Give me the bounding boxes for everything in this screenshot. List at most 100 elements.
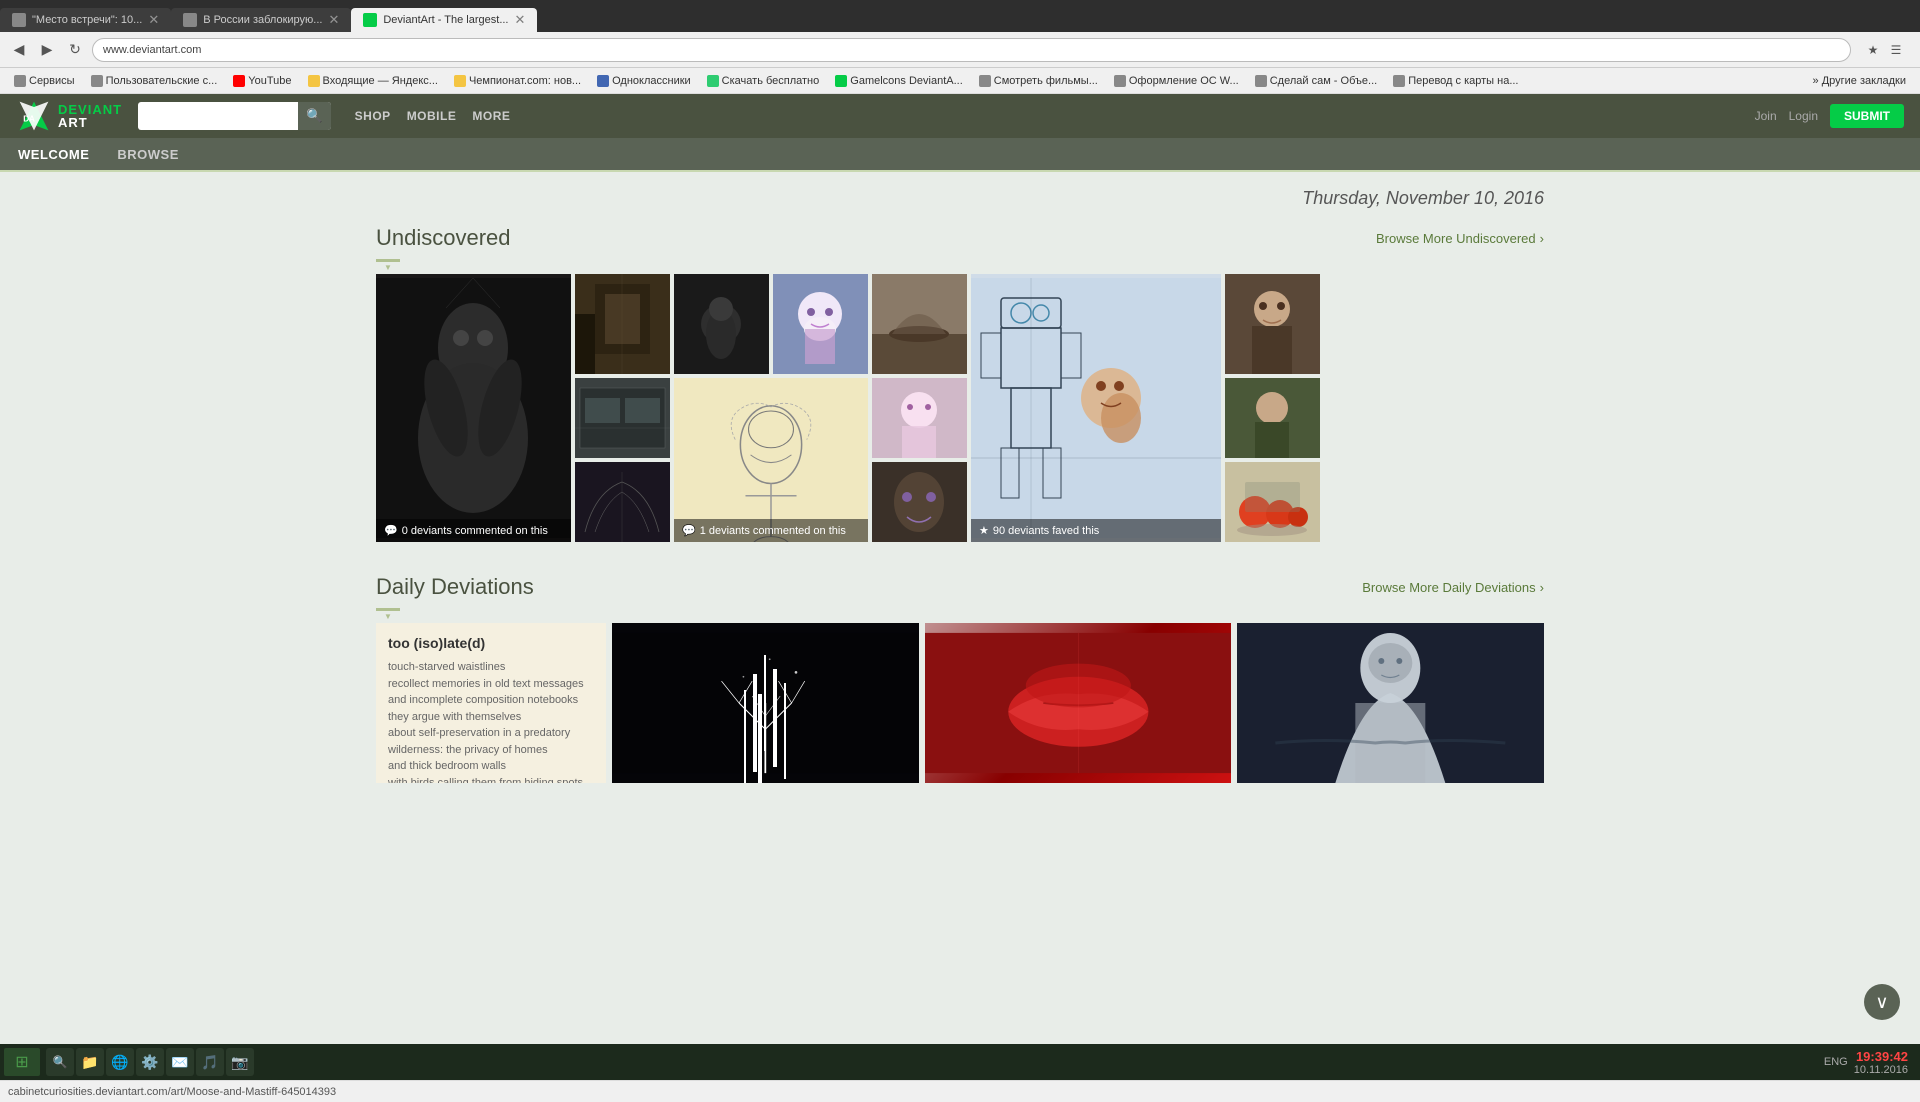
address-bar[interactable]: www.deviantart.com (92, 38, 1851, 62)
thumb-u4[interactable] (773, 274, 868, 374)
browse-more-undiscovered[interactable]: Browse More Undiscovered › (1376, 231, 1544, 246)
thumb-u2[interactable] (575, 274, 670, 374)
da-search-button[interactable]: 🔍 (298, 102, 331, 130)
login-link[interactable]: Login (1789, 109, 1818, 123)
app2-icon: 📷 (231, 1054, 248, 1071)
da-navbar: WELCOME BROWSE (0, 138, 1920, 172)
bookmark-diy[interactable]: Сделай сам - Объе... (1249, 73, 1383, 89)
bookmark-free[interactable]: Скачать бесплатно (701, 73, 826, 89)
tab-label-1: "Место встречи": 10... (32, 14, 142, 26)
thumb-u5[interactable] (872, 274, 967, 374)
art-u4 (773, 274, 868, 374)
daily-deviations-title: Daily Deviations (376, 574, 534, 600)
thumb-u6[interactable]: ★ 90 deviants faved this (971, 274, 1221, 542)
daily-image-3[interactable] (1237, 623, 1544, 783)
taskbar-icon-app2[interactable]: 📷 (226, 1048, 254, 1076)
bm-favicon-user (91, 75, 103, 87)
da-nav-more[interactable]: MORE (472, 109, 510, 123)
browser-tab-1[interactable]: "Место встречи": 10... ✕ (0, 8, 171, 32)
da-search-input[interactable] (138, 109, 298, 123)
daily-image-2[interactable] (925, 623, 1232, 783)
taskbar-icon-search[interactable]: 🔍 (46, 1048, 74, 1076)
daily-poem-body: touch-starved waistlinesrecollect memori… (388, 659, 594, 783)
tab-close-2[interactable]: ✕ (328, 12, 339, 28)
nav-browse[interactable]: BROWSE (115, 139, 181, 170)
art-u5 (872, 274, 967, 374)
bookmark-transfer[interactable]: Перевод с карты на... (1387, 73, 1524, 89)
settings-icon: ⚙️ (141, 1054, 158, 1071)
thumb-u13[interactable] (872, 462, 967, 542)
da-main-content: Thursday, November 10, 2016 Undiscovered… (360, 172, 1560, 831)
thumb-u8[interactable] (575, 378, 670, 458)
bookmark-ok[interactable]: Одноклассники (591, 73, 697, 89)
section-divider-undiscovered (376, 259, 400, 262)
taskbar-icon-settings[interactable]: ⚙️ (136, 1048, 164, 1076)
forward-button[interactable]: ▶ (36, 39, 58, 61)
thumb-u1-comment: 0 deviants commented on this (402, 525, 548, 537)
thumb-u9[interactable]: 💬 1 deviants commented on this (674, 378, 868, 542)
art-u8 (575, 378, 670, 458)
da-search-bar: 🔍 (138, 102, 331, 130)
browser-right-icons: ★ ☰ (1857, 40, 1912, 60)
nav-welcome[interactable]: WELCOME (16, 139, 91, 172)
daily-text-card[interactable]: too (iso)late(d) touch-starved waistline… (376, 623, 606, 783)
windows-icon: ⊞ (15, 1052, 28, 1072)
join-link[interactable]: Join (1755, 109, 1777, 123)
thumb-u12[interactable] (575, 462, 670, 542)
browse-more-undiscovered-label: Browse More Undiscovered (1376, 231, 1536, 246)
thumb-u1-stat: 💬 0 deviants commented on this (376, 519, 571, 542)
bm-favicon-gamelcons (835, 75, 847, 87)
bookmarks-more[interactable]: » Другие закладки (1807, 73, 1912, 89)
start-button[interactable]: ⊞ (4, 1048, 40, 1076)
mail-icon: ✉️ (171, 1054, 188, 1071)
daily-image-1[interactable] (612, 623, 919, 783)
art-u11 (1225, 378, 1320, 458)
bookmark-movies[interactable]: Смотреть фильмы... (973, 73, 1104, 89)
browser-toolbar: ◀ ▶ ↻ www.deviantart.com ★ ☰ (0, 32, 1920, 68)
bookmark-yandex[interactable]: Входящие — Яндекс... (302, 73, 444, 89)
submit-button[interactable]: SUBMIT (1830, 104, 1904, 128)
thumb-u7[interactable] (1225, 274, 1320, 374)
daily-deviations-grid: too (iso)late(d) touch-starved waistline… (376, 623, 1544, 783)
reload-button[interactable]: ↻ (64, 39, 86, 61)
da-nav-shop[interactable]: SHOP (355, 109, 391, 123)
browse-more-arrow-icon: › (1540, 231, 1544, 246)
bm-favicon-transfer (1393, 75, 1405, 87)
thumb-u10[interactable] (872, 378, 967, 458)
bookmark-champ[interactable]: Чемпионат.com: нов... (448, 73, 587, 89)
bm-favicon-services (14, 75, 26, 87)
browse-more-daily[interactable]: Browse More Daily Deviations › (1362, 580, 1544, 595)
back-button[interactable]: ◀ (8, 39, 30, 61)
bm-label-ok: Одноклассники (612, 75, 691, 87)
bookmark-user[interactable]: Пользовательские с... (85, 73, 224, 89)
taskbar-icon-mail[interactable]: ✉️ (166, 1048, 194, 1076)
thumb-u3[interactable] (674, 274, 769, 374)
bookmark-os[interactable]: Оформление ОС W... (1108, 73, 1245, 89)
bm-label-gamelcons: Gamelcons DeviantA... (850, 75, 963, 87)
taskbar-icon-browser[interactable]: 🌐 (106, 1048, 134, 1076)
taskbar-icon-app1[interactable]: 🎵 (196, 1048, 224, 1076)
bookmark-youtube[interactable]: YouTube (227, 73, 297, 89)
undiscovered-section: Undiscovered Browse More Undiscovered › (376, 225, 1544, 542)
tray-lang: ENG (1824, 1056, 1848, 1068)
taskbar-icon-files[interactable]: 📁 (76, 1048, 104, 1076)
tab-favicon-2 (183, 13, 197, 27)
thumb-u11[interactable] (1225, 378, 1320, 458)
da-nav-mobile[interactable]: MOBILE (407, 109, 457, 123)
scroll-down-button[interactable]: ∨ (1864, 984, 1900, 1020)
browser-tab-2[interactable]: В России заблокирую... ✕ (171, 8, 351, 32)
undiscovered-grid: 💬 0 deviants commented on this (376, 274, 1544, 542)
da-logo[interactable]: DA DEVIANT ART (16, 98, 122, 134)
star-icon[interactable]: ★ (1863, 40, 1883, 60)
menu-icon[interactable]: ☰ (1886, 40, 1906, 60)
thumb-u1[interactable]: 💬 0 deviants commented on this (376, 274, 571, 542)
status-bar: cabinetcuriosities.deviantart.com/art/Mo… (0, 1080, 1920, 1102)
bookmark-gamelcons[interactable]: Gamelcons DeviantA... (829, 73, 969, 89)
thumb-u14[interactable] (1225, 462, 1320, 542)
browser-tab-3[interactable]: DeviantArt - The largest... ✕ (351, 8, 537, 32)
tab-close-3[interactable]: ✕ (514, 12, 525, 28)
tab-close-1[interactable]: ✕ (148, 12, 159, 28)
bookmark-services[interactable]: Сервисы (8, 73, 81, 89)
bm-favicon-youtube (233, 75, 245, 87)
taskbar-tray: ENG 19:39:42 10.11.2016 (1824, 1049, 1916, 1076)
